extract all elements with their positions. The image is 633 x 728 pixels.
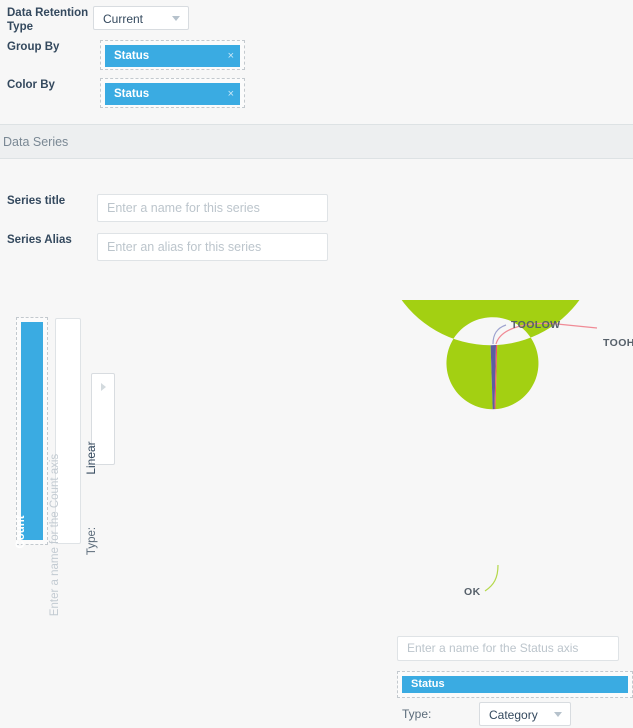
data-retention-type-row: Data Retention Type Current: [0, 6, 633, 34]
value-axis-type-value: Linear: [84, 441, 98, 475]
donut-label-toohigh: TOOHIGH: [603, 337, 633, 349]
group-by-drop-zone[interactable]: Status ×: [100, 40, 245, 70]
chevron-down-icon: [554, 712, 562, 717]
remove-tag-icon[interactable]: ×: [228, 45, 234, 67]
leader-line-toolow: [492, 324, 507, 345]
chevron-down-icon: [172, 16, 180, 21]
value-axis-type-label-wrap: Type:: [86, 495, 114, 555]
category-axis-type-label: Type:: [402, 707, 432, 721]
value-axis-name-placeholder: Enter a name for the Count axis: [49, 453, 61, 617]
color-by-row: Color By Status ×: [0, 78, 633, 108]
series-alias-label: Series Alias: [7, 234, 72, 246]
group-by-tag-status[interactable]: Status ×: [105, 45, 240, 67]
series-alias-placeholder: Enter an alias for this series: [107, 240, 262, 254]
status-donut-chart: TOOLOW TOOHIGH OK: [372, 300, 633, 620]
category-axis-name-placeholder: Enter a name for the Status axis: [407, 641, 579, 655]
series-title-placeholder: Enter a name for this series: [107, 201, 260, 215]
value-axis-tag-label: Count: [15, 515, 27, 549]
group-by-row: Group By Status ×: [0, 40, 633, 70]
category-axis-drop-zone[interactable]: Status: [397, 671, 633, 698]
donut-chart-svg: TOOLOW TOOHIGH OK: [381, 300, 633, 598]
chevron-down-icon: [101, 383, 106, 391]
data-retention-type-label: Data Retention Type: [7, 7, 89, 33]
value-axis-name-input[interactable]: Enter a name for the Count axis: [49, 318, 81, 616]
category-axis-name-input[interactable]: Enter a name for the Status axis: [397, 636, 619, 661]
data-retention-type-value: Current: [103, 12, 144, 26]
color-by-label: Color By: [7, 79, 55, 91]
color-by-tag-label: Status: [114, 88, 150, 100]
donut-slice-ok[interactable]: [381, 300, 601, 410]
value-axis-type-label: Type:: [86, 526, 98, 556]
series-title-label: Series title: [7, 195, 66, 207]
series-alias-input[interactable]: Enter an alias for this series: [97, 233, 328, 261]
category-axis-tag-label: Status: [411, 678, 445, 690]
category-axis-type-value: Category: [489, 708, 538, 722]
color-by-drop-zone[interactable]: Status ×: [100, 78, 245, 108]
series-title-input[interactable]: Enter a name for this series: [97, 194, 328, 222]
series-alias-row: Series Alias Enter an alias for this ser…: [0, 233, 633, 261]
donut-label-toolow: TOOLOW: [511, 319, 560, 331]
remove-tag-icon[interactable]: ×: [228, 83, 234, 105]
data-series-title: Data Series: [3, 135, 69, 149]
category-axis-type-select[interactable]: Category: [479, 702, 571, 726]
value-axis-type-select[interactable]: Linear: [84, 373, 115, 475]
group-by-label: Group By: [7, 41, 60, 53]
series-title-row: Series title Enter a name for this serie…: [0, 194, 633, 222]
group-by-tag-label: Status: [114, 50, 150, 62]
color-by-tag-status[interactable]: Status ×: [105, 83, 240, 105]
category-axis-type-row: Type: Category: [397, 700, 633, 728]
donut-label-ok: OK: [464, 586, 481, 598]
value-axis-tag-count[interactable]: Count: [15, 322, 43, 549]
data-retention-type-select[interactable]: Current: [93, 6, 189, 30]
data-series-section-header: Data Series: [0, 124, 633, 159]
leader-line-ok: [484, 564, 499, 592]
category-axis-tag-status[interactable]: Status: [402, 676, 628, 693]
